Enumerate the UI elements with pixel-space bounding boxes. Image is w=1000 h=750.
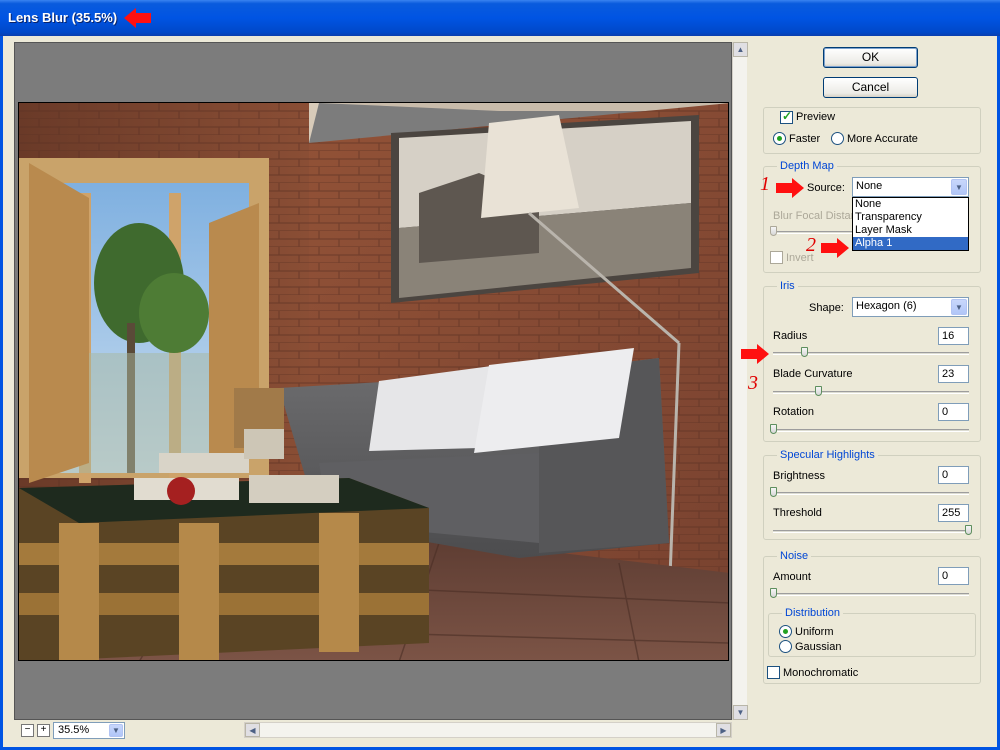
chevron-down-icon[interactable]: ▼ (109, 724, 123, 737)
zoom-out-button[interactable]: − (21, 724, 34, 737)
brightness-input[interactable]: 0 (938, 466, 969, 484)
source-dropdown-list[interactable]: None Transparency Layer Mask Alpha 1 (852, 197, 969, 251)
uniform-label: Uniform (795, 626, 834, 638)
zoom-select[interactable]: 35.5% ▼ (53, 722, 125, 739)
amount-input[interactable]: 0 (938, 567, 969, 585)
invert-checkbox[interactable] (770, 251, 783, 264)
chevron-left-icon[interactable]: ◀ (245, 723, 260, 737)
monochromatic-label: Monochromatic (783, 667, 859, 679)
rotation-track (773, 429, 969, 432)
source-value: None (856, 180, 883, 192)
preview-image (18, 102, 729, 661)
chevron-down-icon[interactable]: ▼ (951, 299, 967, 315)
zoom-in-button[interactable]: + (37, 724, 50, 737)
amount-slider[interactable] (770, 588, 777, 598)
threshold-input[interactable]: 255 (938, 504, 969, 522)
blur-focal-distance-label: Blur Focal Distance (773, 210, 853, 222)
brightness-slider[interactable] (770, 487, 777, 497)
invert-label: Invert (786, 252, 814, 264)
blade-curvature-label: Blade Curvature (773, 368, 853, 380)
radius-slider[interactable] (801, 347, 808, 357)
source-option-transparency[interactable]: Transparency (853, 211, 968, 224)
chevron-down-icon[interactable]: ▼ (733, 705, 748, 720)
faster-label: Faster (789, 133, 821, 145)
threshold-track (773, 530, 969, 533)
annotation-3: 3 (748, 372, 758, 394)
faster-radio[interactable] (773, 132, 786, 145)
blade-curvature-track (773, 391, 969, 394)
monochromatic-checkbox[interactable] (767, 666, 780, 679)
rotation-label: Rotation (773, 406, 814, 418)
gaussian-label: Gaussian (795, 641, 842, 653)
cancel-button[interactable]: Cancel (823, 77, 918, 98)
radius-input[interactable]: 16 (938, 327, 969, 345)
uniform-radio[interactable] (779, 625, 792, 638)
shape-select[interactable]: Hexagon (6) ▼ (852, 297, 969, 317)
red-arrow-right-icon (821, 238, 849, 258)
red-arrow-right-icon (776, 178, 804, 198)
chevron-right-icon[interactable]: ▶ (716, 723, 731, 737)
preview-horizontal-scrollbar[interactable]: ◀ ▶ (244, 722, 732, 738)
gaussian-radio[interactable] (779, 640, 792, 653)
rotation-slider[interactable] (770, 424, 777, 434)
amount-label: Amount (773, 571, 811, 583)
more-accurate-radio[interactable] (831, 132, 844, 145)
amount-track (773, 593, 969, 596)
iris-legend: Iris (777, 280, 798, 292)
title-bar[interactable]: Lens Blur (35.5%) (0, 0, 1000, 36)
source-select[interactable]: None ▼ (852, 177, 969, 197)
noise-legend: Noise (777, 550, 812, 562)
red-arrow-left-icon (124, 8, 151, 28)
depth-map-legend: Depth Map (777, 160, 837, 172)
preview-label: Preview (796, 111, 836, 123)
ok-button[interactable]: OK (823, 47, 918, 68)
brightness-track (773, 492, 969, 495)
source-option-layer-mask[interactable]: Layer Mask (853, 224, 968, 237)
more-accurate-label: More Accurate (847, 133, 918, 145)
threshold-label: Threshold (773, 507, 822, 519)
source-option-none[interactable]: None (853, 198, 968, 211)
source-label: Source: (807, 182, 845, 194)
shape-value: Hexagon (6) (856, 300, 917, 312)
red-arrow-right-icon (741, 344, 769, 364)
blur-focal-distance-slider[interactable] (770, 226, 777, 236)
source-option-alpha-1[interactable]: Alpha 1 (853, 237, 968, 250)
radius-label: Radius (773, 330, 808, 342)
window-title: Lens Blur (35.5%) (8, 10, 118, 25)
preview-vertical-scrollbar[interactable]: ▲ ▼ (732, 42, 748, 720)
rotation-input[interactable]: 0 (938, 403, 969, 421)
chevron-down-icon[interactable]: ▼ (951, 179, 967, 195)
brightness-label: Brightness (773, 470, 825, 482)
preview-checkbox[interactable] (780, 109, 793, 124)
zoom-value: 35.5% (58, 724, 90, 736)
annotation-1: 1 (760, 173, 770, 195)
blade-curvature-slider[interactable] (815, 386, 822, 396)
distribution-legend: Distribution (782, 607, 844, 619)
specular-highlights-legend: Specular Highlights (777, 449, 878, 461)
blade-curvature-input[interactable]: 23 (938, 365, 969, 383)
threshold-slider[interactable] (965, 525, 972, 535)
shape-label: Shape: (809, 302, 844, 314)
chevron-up-icon[interactable]: ▲ (733, 42, 748, 57)
